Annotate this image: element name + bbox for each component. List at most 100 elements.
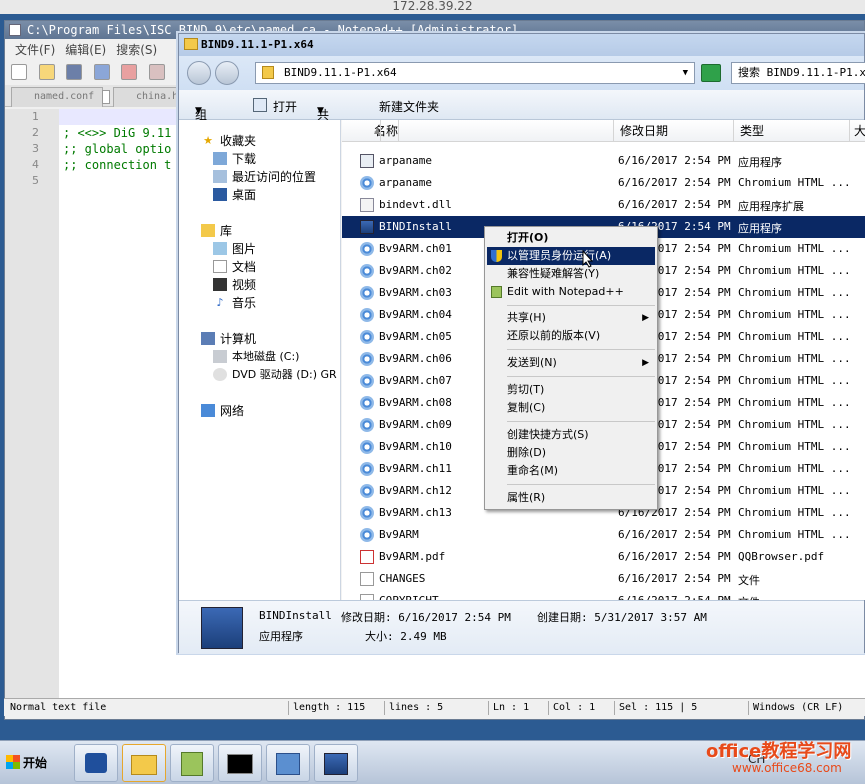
file-row[interactable]: arpaname 6/16/2017 2:54 PM Chromium HTML .… [342, 172, 865, 194]
nav-computer[interactable]: 计算机 [201, 330, 256, 347]
status-length: length : 115 [288, 701, 384, 715]
file-name: Bv9ARM.ch04 [379, 308, 452, 321]
tab-named-conf[interactable]: named.conf [11, 87, 110, 107]
menu-file[interactable]: 文件(F) [15, 41, 55, 58]
chrome-icon [360, 440, 374, 454]
pdf-icon [360, 550, 374, 564]
taskbar-explorer[interactable] [122, 744, 166, 782]
tab-china[interactable]: china.h [113, 87, 183, 107]
nav-recent[interactable]: 最近访问的位置 [213, 168, 316, 185]
file-row[interactable]: Bv9ARM 6/16/2017 2:54 PM Chromium HTML ... [342, 524, 865, 546]
back-arrow-icon[interactable] [187, 61, 211, 85]
file-type: 应用程序 [738, 156, 782, 169]
tab-close-icon[interactable] [102, 90, 110, 104]
watermark-url: www.office68.com [732, 761, 842, 775]
chrome-icon [360, 374, 374, 388]
setup-icon [324, 753, 348, 775]
start-button[interactable]: 开始 [2, 743, 66, 781]
submenu-arrow-icon: ▶ [642, 313, 649, 323]
file-date: 6/16/2017 2:54 PM [618, 572, 731, 585]
nav-label: 收藏夹 [220, 134, 257, 148]
nav-videos[interactable]: 视频 [213, 276, 256, 293]
file-type: Chromium HTML ... [738, 242, 851, 255]
nav-network[interactable]: 网络 [201, 402, 244, 419]
file-row[interactable]: COPYRIGHT6/16/2017 2:54 PM文件 [342, 590, 865, 600]
nav-label: 桌面 [232, 188, 257, 202]
chevron-down-icon: ▼ [195, 106, 202, 116]
column-header-date[interactable]: 修改日期 [614, 120, 734, 142]
menu-item-rename[interactable]: 重命名(M) [487, 462, 655, 480]
menu-item-properties[interactable]: 属性(R) [487, 489, 655, 507]
menu-item-restore-versions[interactable]: 还原以前的版本(V) [487, 327, 655, 345]
nav-pictures[interactable]: 图片 [213, 240, 256, 257]
address-input[interactable]: BIND9.11.1-P1.x64 ▼ [255, 62, 695, 84]
new-folder-button[interactable]: 新建文件夹 [379, 98, 439, 115]
chrome-icon [360, 484, 374, 498]
menu-item-delete[interactable]: 删除(D) [487, 444, 655, 462]
file-row[interactable]: CHANGES 6/16/2017 2:54 PM 文件 [342, 568, 865, 590]
file-type: 文件 [738, 574, 760, 587]
taskbar-network[interactable] [266, 744, 310, 782]
open-button[interactable]: 打开 [273, 98, 297, 115]
new-file-icon[interactable] [11, 64, 27, 80]
column-header-size[interactable]: 大 [850, 120, 865, 142]
file-row[interactable]: arpaname 6/16/2017 2:54 PM 应用程序 [342, 150, 865, 172]
save-icon[interactable] [66, 64, 82, 80]
menu-item-label: 共享(H) [507, 311, 546, 324]
file-type: Chromium HTML ... [738, 264, 851, 277]
nav-favorites[interactable]: ★ 收藏夹 [201, 132, 256, 149]
nav-label: 网络 [220, 404, 245, 418]
menu-item-open[interactable]: 打开(O) [487, 229, 655, 247]
file-type: Chromium HTML ... [738, 330, 851, 343]
menu-item-share[interactable]: 共享(H) ▶ [487, 309, 655, 327]
column-header-type[interactable]: 类型 [734, 120, 850, 142]
taskbar-powershell[interactable] [74, 744, 118, 782]
menu-item-create-shortcut[interactable]: 创建快捷方式(S) [487, 426, 655, 444]
file-name: Bv9ARM.ch05 [379, 330, 452, 343]
menu-item-run-as-admin[interactable]: 以管理员身份运行(A) [487, 247, 655, 265]
explorer-titlebar[interactable]: BIND9.11.1-P1.x64 [179, 34, 864, 56]
close-all-icon[interactable] [148, 64, 165, 80]
column-header-name[interactable]: 名称 ▲ [342, 120, 614, 142]
search-input[interactable]: 搜索 BIND9.11.1-P1.x64 [731, 62, 865, 84]
nav-dvd[interactable]: DVD 驱动器 (D:) GR [213, 366, 337, 382]
taskbar-cmd[interactable] [218, 744, 262, 782]
save-all-icon[interactable] [93, 64, 110, 80]
file-type: Chromium HTML ... [738, 352, 851, 365]
close-file-icon[interactable] [121, 64, 137, 80]
nav-documents[interactable]: 文档 [213, 258, 256, 275]
file-type: 应用程序扩展 [738, 200, 804, 213]
menu-item-edit-notepadpp[interactable]: Edit with Notepad++ [487, 283, 655, 301]
menu-item-send-to[interactable]: 发送到(N) ▶ [487, 354, 655, 372]
file-type: Chromium HTML ... [738, 176, 851, 189]
chevron-down-icon[interactable]: ▼ [683, 63, 688, 83]
nav-desktop[interactable]: 桌面 [213, 186, 256, 203]
nav-libraries[interactable]: 库 [201, 222, 232, 239]
file-name: CHANGES [379, 572, 426, 585]
remote-host-label: 172.28.39.22 [392, 0, 473, 13]
file-type: QQBrowser.pdf [738, 550, 825, 563]
chrome-icon [360, 506, 374, 520]
refresh-icon[interactable] [701, 64, 721, 82]
taskbar-setup[interactable] [314, 744, 358, 782]
file-date: 6/16/2017 2:54 PM [618, 176, 731, 189]
file-type: Chromium HTML ... [738, 462, 851, 475]
menu-edit[interactable]: 编辑(E) [65, 41, 106, 58]
forward-arrow-icon[interactable] [215, 61, 239, 85]
taskbar-notepadpp[interactable] [170, 744, 214, 782]
open-file-icon[interactable] [38, 64, 55, 80]
file-row[interactable]: bindevt.dll 6/16/2017 2:54 PM 应用程序扩展 [342, 194, 865, 216]
menu-item-troubleshoot[interactable]: 兼容性疑难解答(Y) [487, 265, 655, 283]
explorer-icon [131, 755, 157, 775]
file-date: 6/16/2017 2:54 PM [618, 550, 731, 563]
nav-music[interactable]: ♪ 音乐 [213, 294, 256, 311]
nav-downloads[interactable]: 下载 [213, 150, 256, 167]
open-icon[interactable] [253, 98, 267, 112]
nav-local-disk[interactable]: 本地磁盘 (C:) [213, 348, 299, 364]
menu-search[interactable]: 搜索(S) [116, 41, 157, 58]
menu-item-copy[interactable]: 复制(C) [487, 399, 655, 417]
line-number: 4 [32, 158, 39, 171]
file-row[interactable]: Bv9ARM.pdf 6/16/2017 2:54 PM QQBrowser.pdf [342, 546, 865, 568]
status-col: Col : 1 [548, 701, 612, 715]
menu-item-cut[interactable]: 剪切(T) [487, 381, 655, 399]
